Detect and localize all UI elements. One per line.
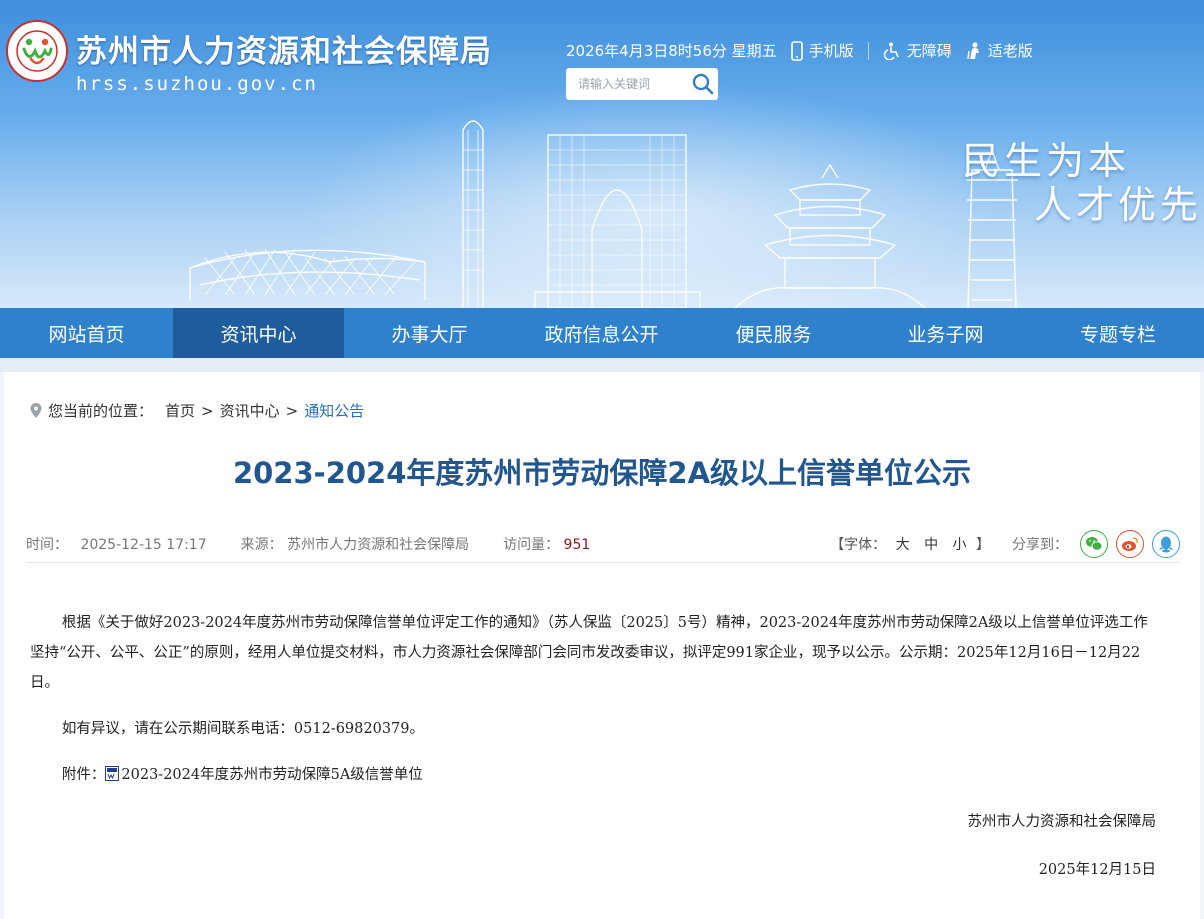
accessibility-label: 无障碍 — [906, 42, 952, 60]
mobile-version-label: 手机版 — [808, 42, 854, 60]
wechat-icon — [1086, 537, 1103, 551]
site-identity[interactable]: 苏州市人力资源和社会保障局 hrss.suzhou.gov.cn — [76, 26, 492, 95]
font-medium-button[interactable]: 中 — [924, 537, 938, 553]
breadcrumb-news-center[interactable]: 资讯中心 — [220, 400, 280, 421]
font-large-button[interactable]: 大 — [896, 537, 910, 553]
article-body: 根据《关于做好2023-2024年度苏州市劳动保障信誉单位评定工作的通知》（苏人… — [30, 608, 1160, 790]
source-value: 苏州市人力资源和社会保障局 — [287, 537, 470, 553]
article-title: 2023-2024年度苏州市劳动保障2A级以上信誉单位公示 — [232, 456, 972, 490]
nav-item-gov-info[interactable]: 政府信息公开 — [515, 308, 688, 358]
mobile-version-link[interactable]: 手机版 — [790, 40, 854, 61]
elder-version-label: 适老版 — [987, 42, 1033, 60]
share-wechat-button[interactable] — [1080, 530, 1108, 558]
source-label: 来源： — [240, 537, 283, 553]
font-label-open: 【字体： — [830, 537, 887, 553]
font-size-control: 【字体： 大 中 小 】 — [830, 534, 990, 554]
mobile-phone-icon — [790, 40, 803, 61]
search-icon[interactable] — [690, 71, 716, 97]
attachment-row: 附件： 2023-2024年度苏州市劳动保障5A级信誉单位 — [30, 760, 1160, 790]
view-count: 访问量： 951 — [503, 534, 590, 554]
issuing-authority: 苏州市人力资源和社会保障局 — [967, 814, 1157, 830]
views-label: 访问量： — [503, 537, 560, 553]
share-label: 分享到： — [1012, 537, 1068, 553]
nav-item-home[interactable]: 网站首页 — [0, 308, 173, 358]
search-input[interactable] — [578, 69, 690, 99]
nav-item-public-service[interactable]: 便民服务 — [688, 308, 859, 358]
breadcrumb-home[interactable]: 首页 — [165, 400, 195, 421]
nav-item-news-center[interactable]: 资讯中心 — [173, 308, 344, 358]
breadcrumb-notices[interactable]: 通知公告 — [304, 400, 364, 421]
site-header: 苏州市人力资源和社会保障局 hrss.suzhou.gov.cn 2026年4月… — [0, 0, 1204, 308]
qq-icon — [1159, 536, 1173, 553]
current-datetime: 2026年4月3日8时56分 星期五 — [566, 42, 777, 60]
slogan-line-2: 人才优先 — [1034, 183, 1203, 227]
top-utility-bar: 2026年4月3日8时56分 星期五 手机版 无障碍 适老版 — [566, 40, 1033, 61]
logo-emblem-icon — [16, 30, 58, 72]
attachment-link[interactable]: 2023-2024年度苏州市劳动保障5A级信誉单位 — [121, 767, 422, 783]
breadcrumb-separator: > — [201, 401, 214, 420]
weibo-icon — [1122, 537, 1138, 551]
breadcrumb-separator: > — [285, 401, 299, 420]
nav-item-service-hall[interactable]: 办事大厅 — [344, 308, 515, 358]
breadcrumb: 您当前的位置： 首页 > 资讯中心 > 通知公告 — [30, 400, 364, 421]
site-domain: hrss.suzhou.gov.cn — [76, 73, 318, 95]
nav-item-business-sites[interactable]: 业务子网 — [859, 308, 1032, 358]
meta-divider — [26, 562, 1180, 563]
font-small-button[interactable]: 小 — [953, 537, 967, 553]
publish-time-value: 2025-12-15 17:17 — [80, 537, 207, 553]
article-source: 来源： 苏州市人力资源和社会保障局 — [241, 534, 469, 554]
elder-person-icon — [967, 41, 979, 59]
main-nav: 网站首页 资讯中心 办事大厅 政府信息公开 便民服务 业务子网 专题专栏 — [0, 308, 1204, 358]
views-value: 951 — [563, 537, 591, 553]
site-name: 苏州市人力资源和社会保障局 — [76, 34, 492, 70]
font-label-close: 】 — [976, 537, 990, 553]
publish-time: 时间： 2025-12-15 17:17 — [26, 534, 207, 554]
elder-version-link[interactable]: 适老版 — [966, 40, 1033, 61]
share-weibo-button[interactable] — [1116, 530, 1144, 558]
article-meta: 时间： 2025-12-15 17:17 来源： 苏州市人力资源和社会保障局 访… — [26, 530, 1180, 558]
breadcrumb-prefix: 您当前的位置： — [48, 402, 154, 420]
signature-date: 2025年12月15日 — [1038, 862, 1156, 878]
article-panel: 您当前的位置： 首页 > 资讯中心 > 通知公告 2023-2024年度苏州市劳… — [4, 372, 1200, 919]
publish-time-label: 时间： — [26, 537, 68, 553]
attachment-label: 附件： — [61, 767, 106, 783]
search-box — [566, 68, 718, 100]
nav-item-special-topics[interactable]: 专题专栏 — [1032, 308, 1204, 358]
wheelchair-icon — [883, 42, 899, 60]
topbar-divider — [867, 41, 869, 60]
location-pin-icon — [30, 403, 42, 418]
body-paragraph-2: 如有异议，请在公示期间联系电话：0512-69820379。 — [61, 721, 424, 737]
site-logo[interactable] — [6, 20, 68, 82]
word-document-icon — [105, 766, 120, 781]
body-paragraph-1: 根据《关于做好2023-2024年度苏州市劳动保障信誉单位评定工作的通知》（苏人… — [30, 615, 1148, 691]
nav-shadow-band — [0, 358, 1204, 372]
share-qq-button[interactable] — [1152, 530, 1180, 558]
accessibility-link[interactable]: 无障碍 — [883, 40, 952, 61]
